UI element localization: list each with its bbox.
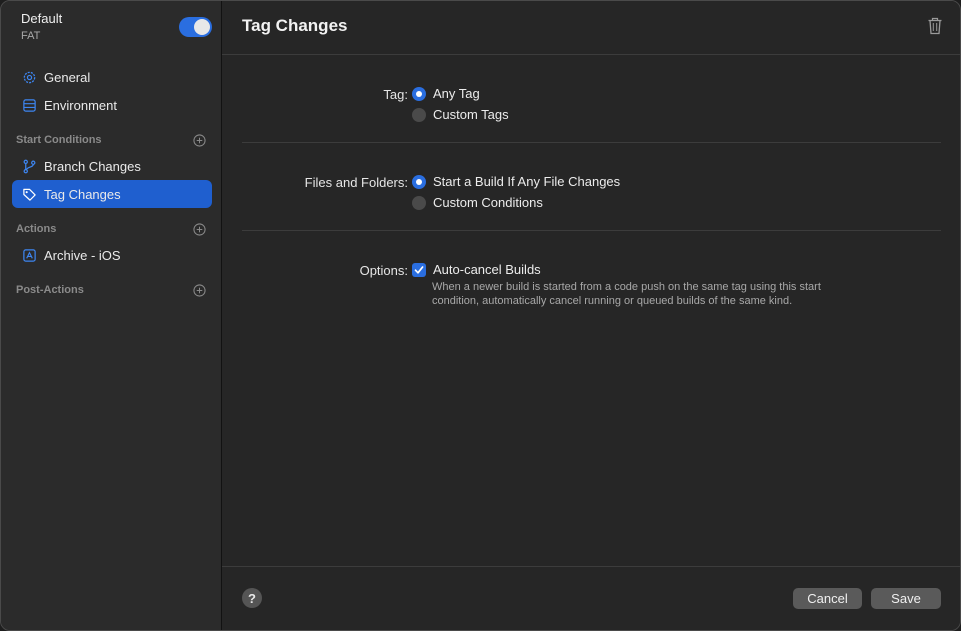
radio-any-tag[interactable]: Any Tag <box>412 86 480 101</box>
section-divider <box>242 230 941 231</box>
radio-custom-conditions[interactable]: Custom Conditions <box>412 195 543 210</box>
header-divider <box>222 54 960 55</box>
radio-label: Start a Build If Any File Changes <box>433 174 621 189</box>
radio-button[interactable] <box>412 107 426 122</box>
radio-label: Custom Tags <box>433 107 509 122</box>
sidebar-item-label: Archive - iOS <box>44 247 121 263</box>
branch-icon <box>21 158 37 174</box>
radio-custom-tags[interactable]: Custom Tags <box>412 107 509 122</box>
main-panel: Tag Changes Tag: Any Tag Custom Tags Fil… <box>222 1 960 630</box>
radio-label: Custom Conditions <box>433 195 543 210</box>
window: Default FAT General Environment Start Co… <box>0 0 961 631</box>
trash-icon[interactable] <box>927 17 943 35</box>
auto-cancel-checkbox[interactable] <box>412 262 426 277</box>
save-button[interactable]: Save <box>871 588 941 609</box>
radio-button-selected[interactable] <box>412 174 426 189</box>
sidebar-item-label: Environment <box>44 97 117 113</box>
files-and-folders-label: Files and Folders: <box>304 175 408 190</box>
add-action-icon[interactable] <box>193 222 206 236</box>
sidebar-item-label: General <box>44 69 91 85</box>
help-button[interactable]: ? <box>242 588 262 608</box>
section-title: Post-Actions <box>16 284 84 296</box>
page-title: Tag Changes <box>242 16 348 35</box>
sidebar-item-tag-changes[interactable]: Tag Changes <box>12 180 212 208</box>
footer-divider <box>222 566 960 567</box>
checkmark-icon <box>414 265 424 274</box>
auto-cancel-checkbox-row[interactable]: Auto-cancel Builds <box>412 262 541 277</box>
cancel-button[interactable]: Cancel <box>793 588 862 609</box>
checkbox-label: Auto-cancel Builds <box>433 262 541 277</box>
description-line: When a newer build is started from a cod… <box>432 281 821 293</box>
workflow-header: Default FAT <box>21 11 62 43</box>
section-title: Start Conditions <box>16 134 102 146</box>
tag-icon <box>21 186 37 202</box>
sidebar-item-label: Branch Changes <box>44 158 141 174</box>
sidebar-item-branch-changes[interactable]: Branch Changes <box>12 152 212 180</box>
sidebar: Default FAT General Environment Start Co… <box>1 1 222 630</box>
section-actions: Actions <box>16 220 206 238</box>
section-start-conditions: Start Conditions <box>16 131 206 149</box>
sidebar-item-archive-ios[interactable]: Archive - iOS <box>12 241 212 269</box>
auto-cancel-description: When a newer build is started from a cod… <box>432 280 872 308</box>
description-line: condition, automatically cancel running … <box>432 295 793 307</box>
sidebar-item-environment[interactable]: Environment <box>12 91 212 119</box>
radio-button-selected[interactable] <box>412 86 426 101</box>
gear-icon <box>21 69 37 85</box>
workflow-name: Default <box>21 11 63 26</box>
archive-icon <box>21 247 37 263</box>
radio-label: Any Tag <box>433 86 480 101</box>
workflow-enabled-toggle[interactable] <box>179 17 212 37</box>
radio-button[interactable] <box>412 195 426 210</box>
sidebar-item-label: Tag Changes <box>44 186 121 202</box>
section-post-actions: Post-Actions <box>16 281 206 299</box>
radio-any-file-changes[interactable]: Start a Build If Any File Changes <box>412 174 620 189</box>
add-start-condition-icon[interactable] <box>193 133 206 147</box>
sidebar-item-general[interactable]: General <box>12 63 212 91</box>
workflow-subtitle: FAT <box>21 30 41 42</box>
toggle-knob <box>194 19 210 35</box>
section-title: Actions <box>16 223 57 235</box>
add-post-action-icon[interactable] <box>193 283 206 297</box>
tag-label: Tag: <box>383 87 408 102</box>
environment-icon <box>21 97 37 113</box>
section-divider <box>242 142 941 143</box>
options-label: Options: <box>359 263 408 278</box>
